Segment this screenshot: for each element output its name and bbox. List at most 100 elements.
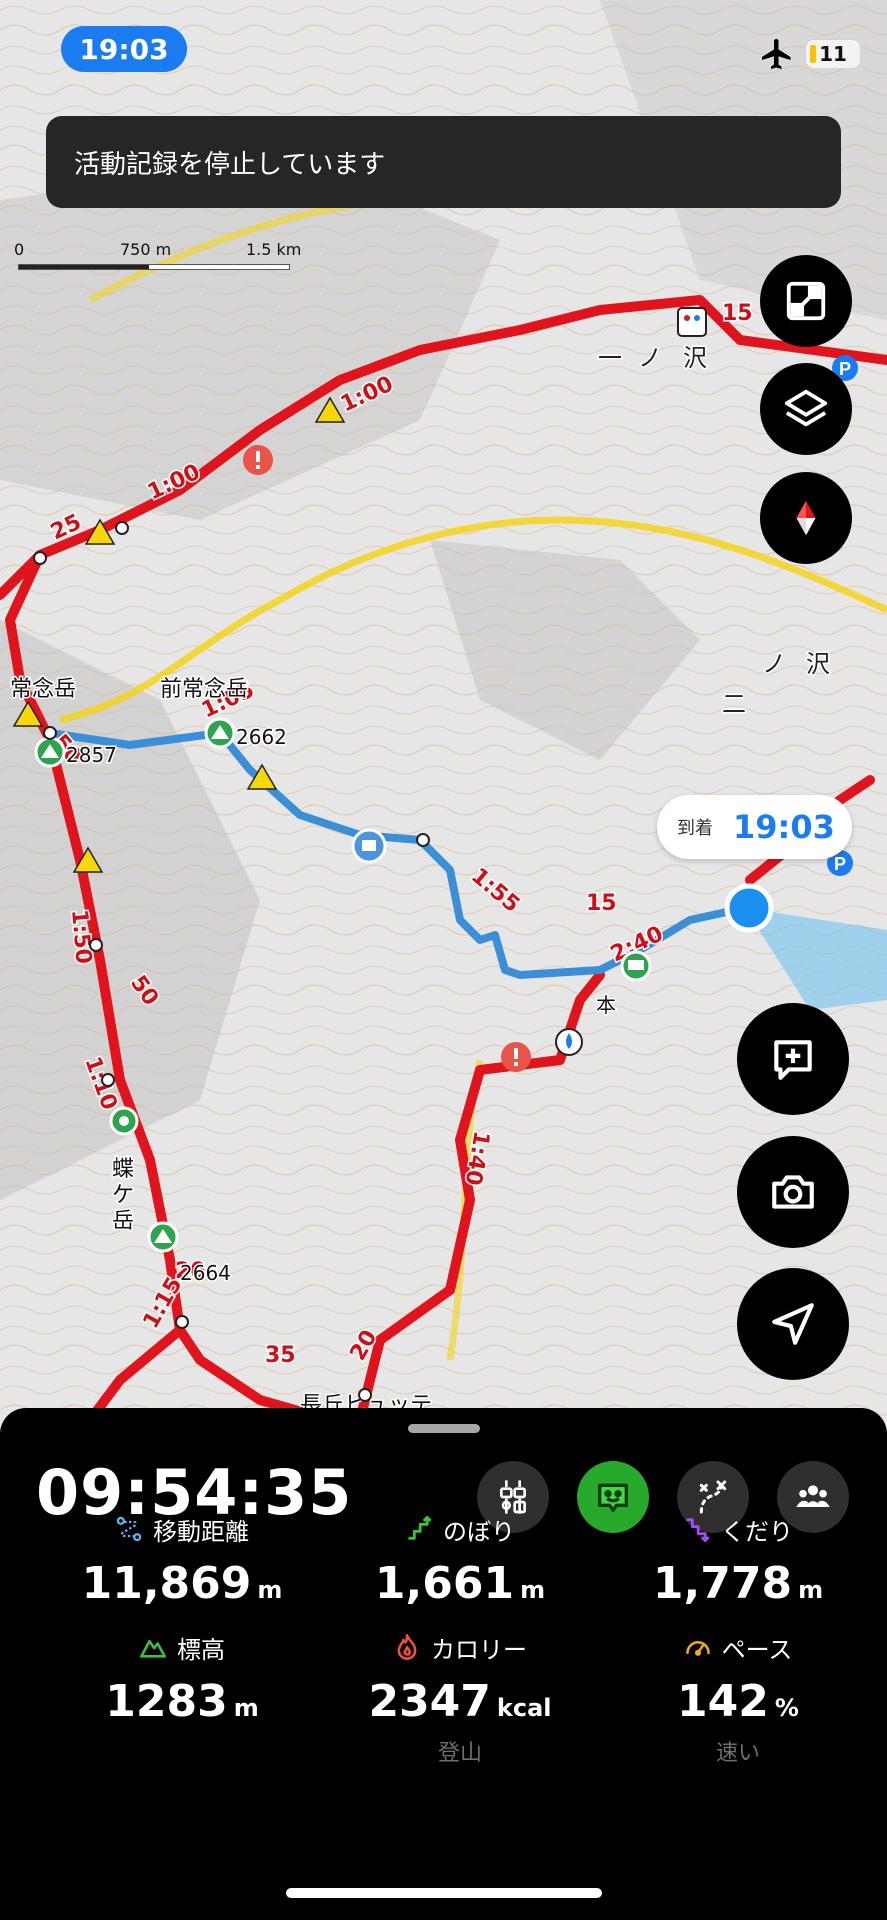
course-time-label: 1:50 <box>66 908 96 965</box>
altitude-icon <box>139 1633 167 1661</box>
peak-marker[interactable] <box>204 717 236 749</box>
location-arrow-icon <box>772 1303 814 1345</box>
course-time-label: 35 <box>265 1343 296 1368</box>
stat-label: 移動距離 <box>153 1517 249 1546</box>
camera-icon <box>772 1175 814 1209</box>
stat-header: 標高 <box>42 1630 322 1664</box>
stat-calorie: カロリー 2347 kcal 登山 <box>320 1630 600 1767</box>
distance-icon <box>115 1515 143 1543</box>
locate-button[interactable] <box>737 1268 849 1380</box>
peak-name: ケ <box>112 1183 134 1208</box>
stat-value: 142% <box>677 1676 799 1727</box>
course-time-label: 15 <box>722 301 753 326</box>
stat-header: 移動距離 <box>42 1512 322 1546</box>
layers-icon <box>784 389 828 427</box>
waypoint <box>43 726 57 740</box>
stat-altitude: 標高 1283 m <box>42 1630 322 1728</box>
stat-value: 1283 m <box>105 1676 259 1727</box>
fullscreen-button[interactable] <box>760 255 852 347</box>
elevation-label: 2664 <box>180 1261 231 1285</box>
hut-marker[interactable] <box>620 950 652 982</box>
waypoint <box>416 833 430 847</box>
toilet-marker[interactable] <box>677 307 707 337</box>
waypoint <box>101 1073 115 1087</box>
elevation-label: 2662 <box>236 725 287 749</box>
water-marker[interactable] <box>555 1028 583 1056</box>
valley-name: ノ <box>762 650 786 678</box>
recording-toast: 活動記録を停止しています <box>46 116 841 208</box>
stat-header: くだり <box>598 1512 878 1546</box>
current-location-dot <box>724 883 774 933</box>
stat-distance: 移動距離 11,869 m <box>42 1512 322 1609</box>
drag-handle[interactable] <box>408 1424 480 1433</box>
add-memo-button[interactable] <box>737 1003 849 1115</box>
valley-name: ノ <box>638 344 662 372</box>
airplane-mode-icon <box>762 39 791 69</box>
svg-text:P: P <box>834 854 846 874</box>
memo-marker[interactable] <box>351 828 387 864</box>
stat-header: ペース <box>598 1630 878 1664</box>
valley-name: 沢 <box>806 650 830 678</box>
descent-icon <box>683 1515 711 1543</box>
calorie-icon <box>393 1633 421 1661</box>
toast-message: 活動記録を停止しています <box>74 149 386 180</box>
valley-name: 二 <box>722 690 746 718</box>
group-icon <box>796 1485 830 1507</box>
fullscreen-icon <box>786 281 826 321</box>
svg-text:P: P <box>839 359 851 379</box>
arrival-label: 到着 <box>677 818 713 839</box>
course-time-label: 15 <box>586 891 617 916</box>
scale-line <box>18 264 290 270</box>
peak-name: 岳 <box>112 1209 134 1234</box>
compass-icon <box>796 500 816 536</box>
stat-label: カロリー <box>431 1635 527 1664</box>
elevation-label: 2857 <box>66 743 117 767</box>
ascent-icon <box>405 1515 433 1543</box>
scale-label: 0 <box>14 240 25 259</box>
waypoint <box>115 521 129 535</box>
stat-label: 標高 <box>177 1635 225 1664</box>
status-time: 19:03 <box>61 26 187 72</box>
danger-marker[interactable] <box>501 1042 531 1072</box>
stat-value: 1,778 m <box>652 1558 824 1609</box>
stat-sublabel: 速い <box>715 1741 760 1766</box>
stat-ascent: のぼり 1,661 m <box>320 1512 600 1609</box>
scale-label: 1.5 km <box>246 240 302 259</box>
stat-label: のぼり <box>443 1517 515 1546</box>
battery-indicator: 11 <box>805 39 861 69</box>
peak-name: 前常念岳 <box>160 677 248 702</box>
pace-icon <box>684 1633 712 1661</box>
waypoint <box>358 1388 372 1402</box>
peak-marker[interactable] <box>147 1221 179 1253</box>
peak-name: 常念岳 <box>10 677 76 702</box>
arrival-estimate[interactable]: 到着 19:03 <box>657 795 852 859</box>
home-indicator[interactable] <box>286 1888 602 1898</box>
stat-pace: ペース 142% 速い <box>598 1630 878 1767</box>
scale-bar: 0 750 m 1.5 km <box>14 240 314 280</box>
activity-panel: 09:54:35 移動距離 11,869 m のぼり 1,661 m くだり 1… <box>0 1408 887 1920</box>
stat-label: くだり <box>721 1517 793 1546</box>
layers-button[interactable] <box>760 363 852 455</box>
waypoint <box>89 938 103 952</box>
arrival-time: 19:03 <box>733 808 835 846</box>
stat-sublabel: 登山 <box>437 1741 482 1766</box>
peak-name: 蝶 <box>112 1157 134 1182</box>
stat-value: 2347 kcal <box>368 1676 552 1727</box>
stat-label: ペース <box>721 1635 793 1664</box>
flower-marker[interactable] <box>109 1106 139 1136</box>
stat-value: 11,869 m <box>81 1558 283 1609</box>
camera-button[interactable] <box>737 1136 849 1248</box>
stat-header: のぼり <box>320 1512 600 1546</box>
stat-header: カロリー <box>320 1630 600 1664</box>
stat-descent: くだり 1,778 m <box>598 1512 878 1610</box>
valley-name: 沢 <box>683 344 707 372</box>
hut-name: 本 <box>596 993 616 1017</box>
valley-name: 一 <box>598 344 622 372</box>
danger-marker[interactable] <box>243 445 273 475</box>
compass-button[interactable] <box>760 472 852 564</box>
add-memo-icon <box>774 1040 812 1080</box>
waypoint <box>33 551 47 565</box>
waypoint <box>175 1315 189 1329</box>
scale-label: 750 m <box>120 240 172 259</box>
peak-marker[interactable] <box>34 736 66 768</box>
